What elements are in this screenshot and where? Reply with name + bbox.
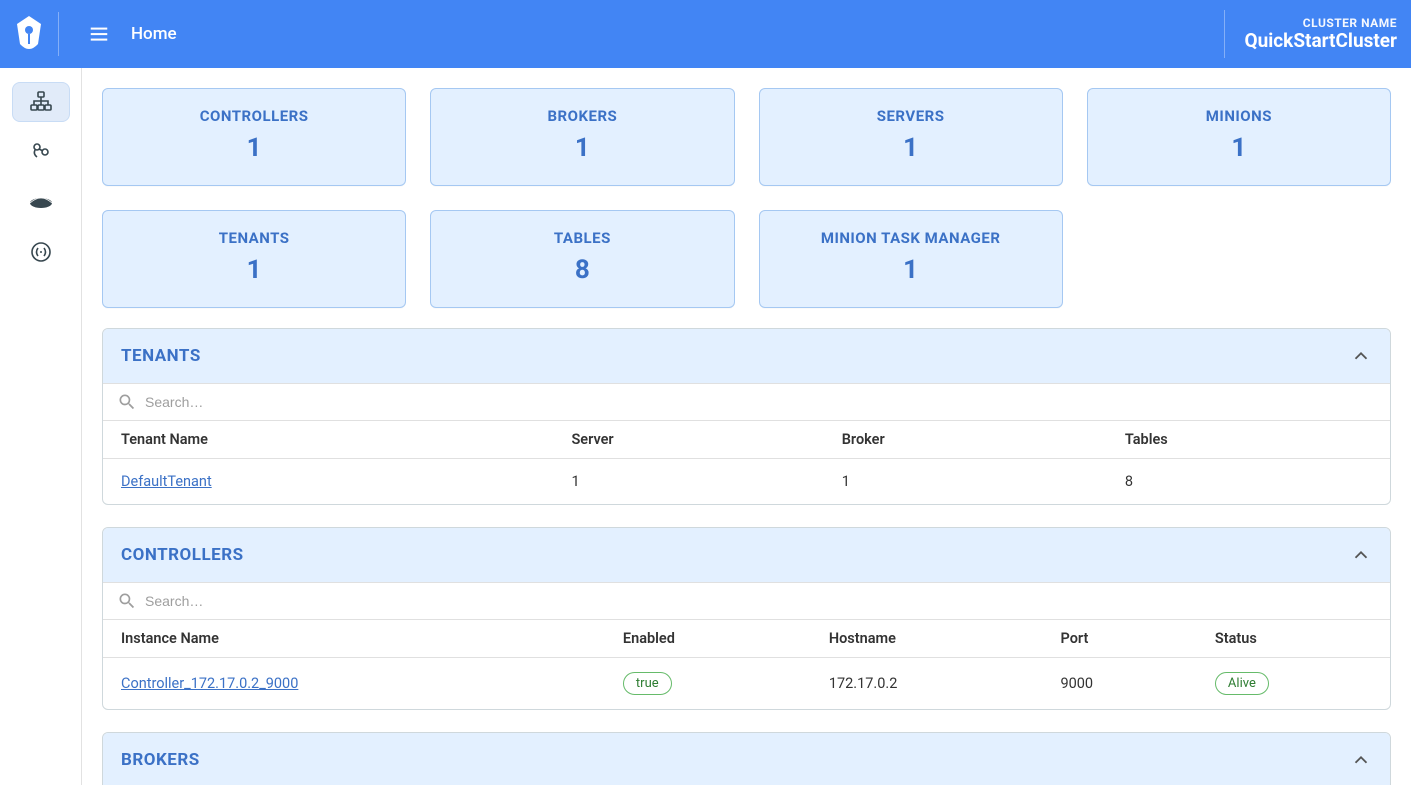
cluster-label: CLUSTER NAME	[1245, 16, 1397, 30]
controllers-search-row	[103, 582, 1390, 620]
search-icon	[117, 392, 137, 412]
pinot-logo-icon	[14, 14, 44, 54]
stat-card-tenants[interactable]: TENANTS 1	[102, 210, 406, 308]
col-header[interactable]: Hostname	[811, 620, 1043, 658]
menu-button[interactable]	[81, 16, 117, 52]
stat-grid: CONTROLLERS 1 BROKERS 1 SERVERS 1 MINION…	[102, 88, 1391, 308]
stat-value: 1	[441, 133, 723, 163]
col-header[interactable]: Broker	[824, 421, 1107, 459]
stat-value: 1	[1098, 133, 1380, 163]
stat-value: 1	[770, 133, 1052, 163]
tenants-search-input[interactable]	[145, 390, 1376, 414]
cluster-info: CLUSTER NAME QuickStartCluster	[1224, 10, 1397, 58]
sidebar-item-query[interactable]	[12, 132, 70, 172]
sidebar-item-cluster[interactable]	[12, 82, 70, 122]
col-header[interactable]: Tables	[1107, 421, 1390, 459]
app-header: Home CLUSTER NAME QuickStartCluster	[0, 0, 1411, 68]
stat-value: 1	[113, 133, 395, 163]
controllers-table: Instance Name Enabled Hostname Port Stat…	[103, 620, 1390, 709]
tenant-link[interactable]: DefaultTenant	[121, 473, 212, 490]
sidebar-item-zookeeper[interactable]	[12, 182, 70, 222]
cell-port: 9000	[1042, 658, 1196, 710]
search-icon	[117, 591, 137, 611]
stat-card-controllers[interactable]: CONTROLLERS 1	[102, 88, 406, 186]
sidebar-item-swagger[interactable]	[12, 232, 70, 272]
controller-link[interactable]: Controller_172.17.0.2_9000	[121, 675, 298, 692]
stat-label: TENANTS	[113, 229, 395, 247]
breadcrumb-home[interactable]: Home	[131, 24, 177, 44]
table-row: DefaultTenant 1 1 8	[103, 459, 1390, 505]
app-logo[interactable]	[14, 12, 59, 56]
sidebar	[0, 68, 82, 785]
panel-controllers: CONTROLLERS	[102, 527, 1391, 710]
col-header[interactable]: Port	[1042, 620, 1196, 658]
swagger-icon	[29, 240, 53, 264]
hamburger-icon	[88, 23, 110, 45]
stat-label: SERVERS	[770, 107, 1052, 125]
chevron-up-icon	[1350, 544, 1372, 566]
col-header[interactable]: Enabled	[605, 620, 811, 658]
chevron-up-icon	[1350, 345, 1372, 367]
chevron-up-icon	[1350, 749, 1372, 771]
query-icon	[29, 140, 53, 164]
panel-brokers: BROKERS	[102, 732, 1391, 785]
stat-card-minion-task-manager[interactable]: MINION TASK MANAGER 1	[759, 210, 1063, 308]
tenants-search-row	[103, 383, 1390, 421]
stat-label: CONTROLLERS	[113, 107, 395, 125]
panel-title: CONTROLLERS	[121, 545, 244, 565]
main-content: CONTROLLERS 1 BROKERS 1 SERVERS 1 MINION…	[82, 68, 1411, 785]
enabled-pill: true	[623, 672, 672, 695]
stat-value: 8	[441, 255, 723, 285]
stat-value: 1	[770, 255, 1052, 285]
cell-broker: 1	[824, 459, 1107, 505]
tenants-table: Tenant Name Server Broker Tables Default…	[103, 421, 1390, 504]
col-header[interactable]: Instance Name	[103, 620, 605, 658]
col-header[interactable]: Status	[1197, 620, 1390, 658]
stat-card-servers[interactable]: SERVERS 1	[759, 88, 1063, 186]
cell-server: 1	[553, 459, 823, 505]
stat-card-minions[interactable]: MINIONS 1	[1087, 88, 1391, 186]
zookeeper-icon	[29, 190, 53, 214]
panel-controllers-header[interactable]: CONTROLLERS	[103, 528, 1390, 582]
controllers-search-input[interactable]	[145, 589, 1376, 613]
stat-label: TABLES	[441, 229, 723, 247]
cell-tables: 8	[1107, 459, 1390, 505]
panel-title: TENANTS	[121, 346, 201, 366]
panel-tenants-header[interactable]: TENANTS	[103, 329, 1390, 383]
col-header[interactable]: Tenant Name	[103, 421, 553, 459]
panel-brokers-header[interactable]: BROKERS	[103, 733, 1390, 785]
col-header[interactable]: Server	[553, 421, 823, 459]
cluster-name: QuickStartCluster	[1245, 30, 1397, 53]
stat-card-brokers[interactable]: BROKERS 1	[430, 88, 734, 186]
stat-card-tables[interactable]: TABLES 8	[430, 210, 734, 308]
stat-label: MINION TASK MANAGER	[770, 229, 1052, 247]
stat-label: BROKERS	[441, 107, 723, 125]
cluster-icon	[29, 90, 53, 114]
status-pill: Alive	[1215, 672, 1269, 695]
panel-title: BROKERS	[121, 750, 200, 770]
panel-tenants: TENANTS Te	[102, 328, 1391, 505]
stat-value: 1	[113, 255, 395, 285]
table-row: Controller_172.17.0.2_9000 true 172.17.0…	[103, 658, 1390, 710]
cell-hostname: 172.17.0.2	[811, 658, 1043, 710]
stat-label: MINIONS	[1098, 107, 1380, 125]
